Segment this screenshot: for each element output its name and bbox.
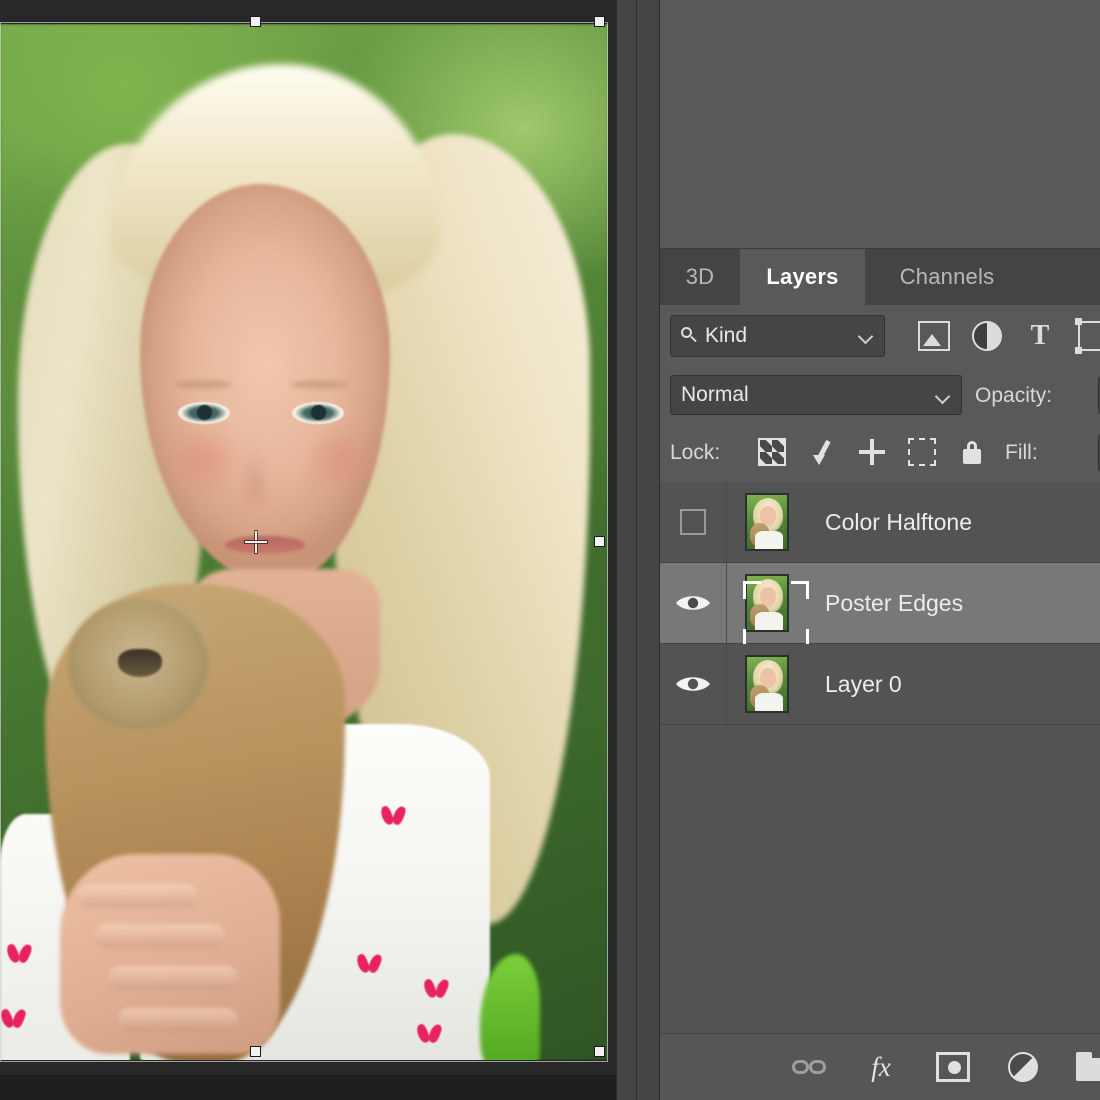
pixel-layer-icon[interactable] xyxy=(918,321,950,351)
layer-mask-icon[interactable] xyxy=(936,1052,970,1082)
photo-shirt-butterfly xyxy=(418,1024,440,1044)
magnifier-icon xyxy=(679,326,699,346)
transform-handle-bottom-right[interactable] xyxy=(594,1046,605,1057)
photo-nose xyxy=(238,444,272,504)
filter-kind-select[interactable]: Kind xyxy=(670,315,885,357)
lock-image-pixels-icon[interactable] xyxy=(808,438,836,466)
layer-thumbnail xyxy=(745,655,789,713)
blend-mode-value: Normal xyxy=(681,383,749,407)
photo-finger xyxy=(108,966,238,990)
layer-thumbnail xyxy=(745,493,789,551)
tab-channels[interactable]: Channels xyxy=(865,249,1029,305)
shape-layer-icon[interactable] xyxy=(1078,321,1100,351)
transform-handle-top-right[interactable] xyxy=(594,16,605,27)
lock-icon-group xyxy=(758,438,986,466)
fill-label: Fill: xyxy=(1005,441,1038,465)
dock-edge-inner xyxy=(636,0,637,1100)
photoshop-window: 3D Layers Channels Kind T xyxy=(0,0,1100,1100)
table-row[interactable]: Color Halftone xyxy=(660,482,1100,563)
panel-dock-divider xyxy=(616,0,660,1100)
table-row[interactable]: Layer 0 xyxy=(660,644,1100,725)
photo-finger xyxy=(95,924,225,948)
chevron-down-icon[interactable] xyxy=(860,331,874,339)
layer-filter-row: Kind T xyxy=(660,305,1100,367)
document-canvas-area[interactable] xyxy=(0,0,616,1100)
photo-shirt-butterfly xyxy=(382,806,404,826)
layer-thumbnail xyxy=(745,574,789,632)
lock-all-icon[interactable] xyxy=(958,438,986,466)
photo-cheek-right xyxy=(300,424,380,494)
layer-name-label[interactable]: Color Halftone xyxy=(807,509,972,536)
chevron-down-icon[interactable] xyxy=(937,391,951,399)
layer-thumbnail-cell[interactable] xyxy=(727,574,807,632)
dock-edge-left xyxy=(616,0,617,1100)
layer-style-fx-icon[interactable]: fx xyxy=(864,1052,898,1082)
photo-pupil-left xyxy=(197,405,212,420)
link-layers-icon[interactable] xyxy=(792,1052,826,1082)
tab-bar-filler xyxy=(1029,249,1100,305)
layer-name-label[interactable]: Layer 0 xyxy=(807,671,902,698)
layer-visibility-cell[interactable] xyxy=(660,482,727,562)
photo-shirt-butterfly xyxy=(2,1009,24,1029)
photo-finger xyxy=(78,884,198,908)
tab-3d-label: 3D xyxy=(686,264,715,290)
layer-thumbnail-cell[interactable] xyxy=(727,493,807,551)
layer-name-label[interactable]: Poster Edges xyxy=(807,590,963,617)
photo-pupil-right xyxy=(311,405,326,420)
layers-panel: 3D Layers Channels Kind T xyxy=(660,0,1100,1100)
lock-row: Lock: Fill: 100% xyxy=(660,424,1100,483)
layer-list[interactable]: Color Halftone xyxy=(660,482,1100,1034)
filter-kind-label: Kind xyxy=(705,324,747,348)
lock-artboard-icon[interactable] xyxy=(908,438,936,466)
filter-type-icons: T xyxy=(900,305,1100,367)
photo-eyebrow-right xyxy=(290,380,348,389)
layer-action-icons: fx xyxy=(792,1034,1100,1100)
table-row[interactable]: Poster Edges xyxy=(660,563,1100,644)
photo-eyebrow-left xyxy=(175,380,233,389)
transform-handle-middle-right[interactable] xyxy=(594,536,605,547)
tab-layers-label: Layers xyxy=(766,264,838,290)
photo-shirt-butterfly xyxy=(425,979,447,999)
new-adjustment-layer-icon[interactable] xyxy=(1008,1052,1038,1082)
empty-visibility-box-icon[interactable] xyxy=(680,509,706,535)
tab-channels-label: Channels xyxy=(900,264,995,290)
photo-cheek-left xyxy=(165,424,245,494)
photo-shirt-butterfly xyxy=(8,944,30,964)
panel-upper-empty-area xyxy=(660,0,1100,249)
new-group-icon[interactable] xyxy=(1076,1058,1100,1081)
layers-panel-bottom-toolbar: fx xyxy=(660,1033,1100,1100)
lock-position-icon[interactable] xyxy=(858,438,886,466)
lock-label: Lock: xyxy=(670,441,720,465)
transform-handle-bottom-center[interactable] xyxy=(250,1046,261,1057)
photo-finger xyxy=(118,1008,238,1032)
type-layer-icon[interactable]: T xyxy=(1024,321,1056,351)
opacity-label: Opacity: xyxy=(975,384,1052,408)
photo-chick-beak xyxy=(118,649,162,677)
transform-handle-top-center[interactable] xyxy=(250,16,261,27)
transform-reference-point[interactable] xyxy=(245,531,267,553)
adjustment-layer-icon[interactable] xyxy=(972,321,1002,351)
photo-shirt-butterfly xyxy=(358,954,380,974)
document-image[interactable] xyxy=(0,24,608,1060)
blend-mode-select[interactable]: Normal xyxy=(670,375,962,415)
panel-tab-bar: 3D Layers Channels xyxy=(660,249,1100,305)
eye-icon[interactable] xyxy=(673,591,713,615)
tab-3d[interactable]: 3D xyxy=(660,249,740,305)
blend-mode-row: Normal Opacity: 100% xyxy=(660,367,1100,424)
layer-visibility-cell[interactable] xyxy=(660,644,727,724)
layer-thumbnail-cell[interactable] xyxy=(727,655,807,713)
eye-icon[interactable] xyxy=(673,672,713,696)
lock-transparent-pixels-icon[interactable] xyxy=(758,438,786,466)
tab-layers[interactable]: Layers xyxy=(740,249,865,305)
layer-visibility-cell[interactable] xyxy=(660,563,727,643)
